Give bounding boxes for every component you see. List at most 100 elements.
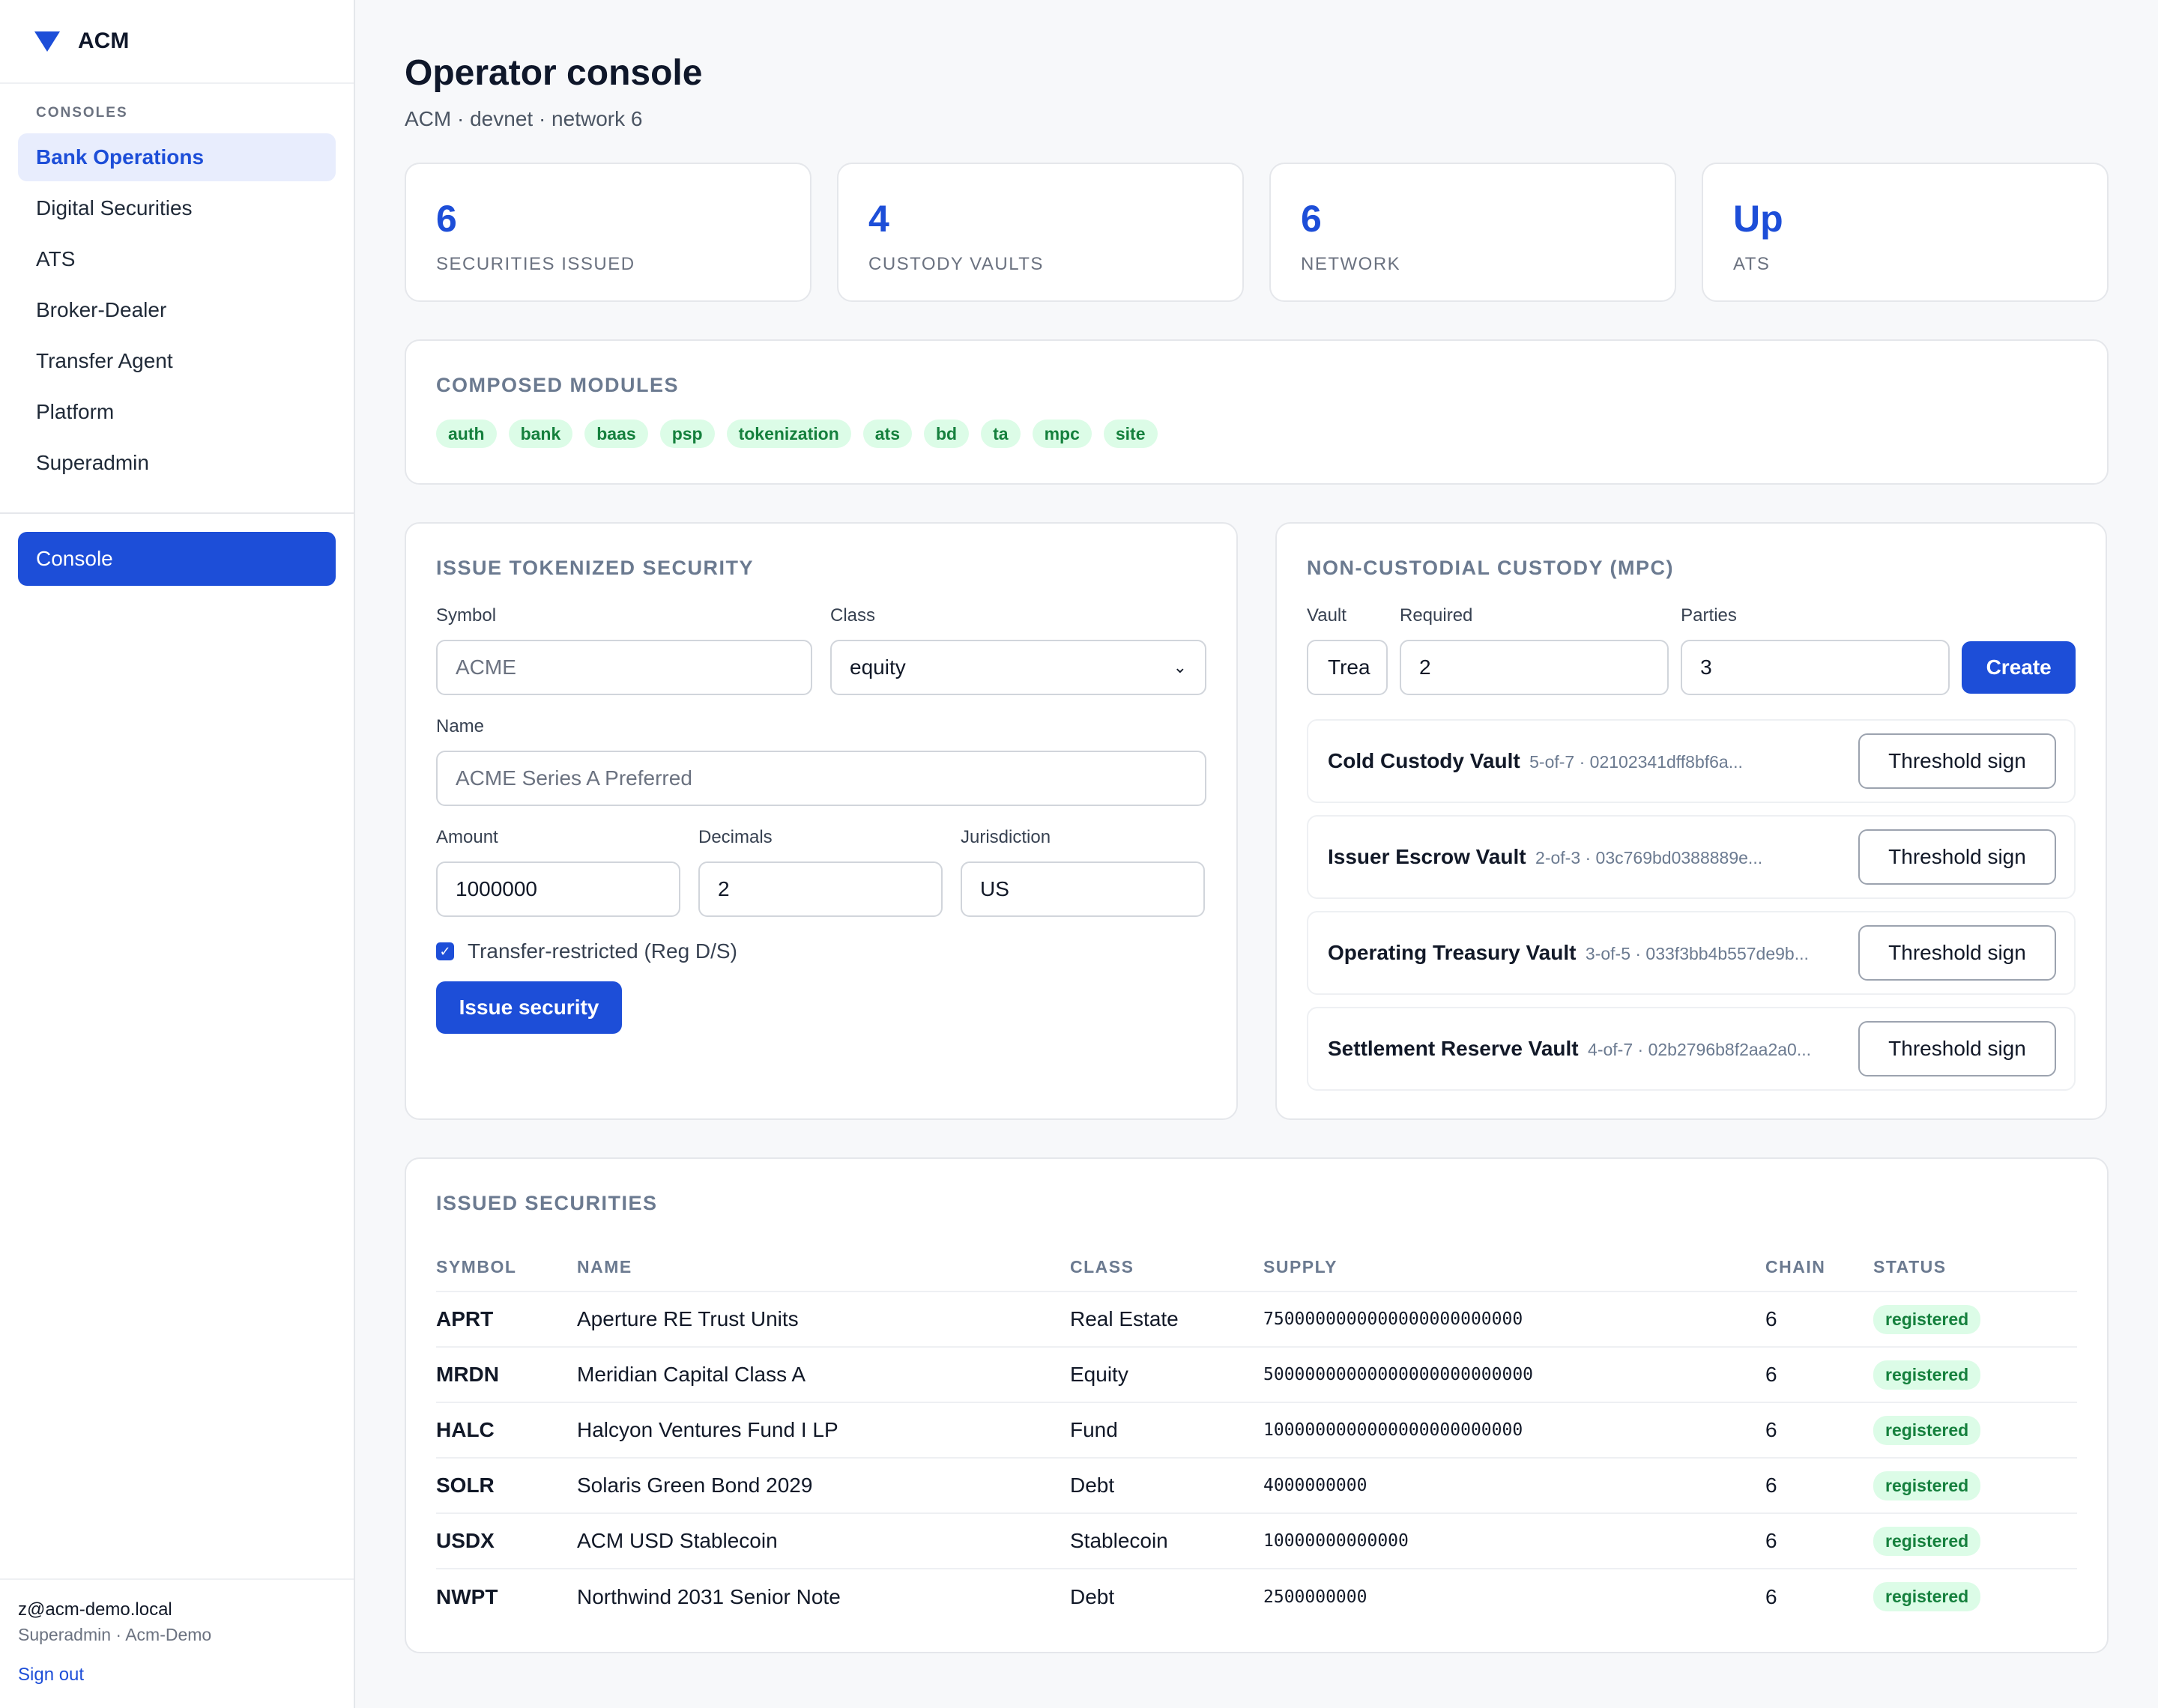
- page-subtitle: ACM · devnet · network 6: [405, 107, 643, 130]
- status-badge: registered: [1873, 1415, 1981, 1445]
- sidebar-item-superadmin[interactable]: Superadmin: [18, 439, 336, 487]
- cell-supply: 4000000000: [1263, 1458, 1765, 1514]
- parties-group: Parties 3: [1681, 605, 1950, 695]
- cell-status: registered: [1873, 1347, 2077, 1403]
- user-role: Superadmin · Acm-Demo: [18, 1625, 212, 1644]
- class-select[interactable]: equity ⌄: [830, 640, 1206, 695]
- cell-symbol: SOLR: [436, 1458, 577, 1514]
- name-input[interactable]: ACME Series A Preferred: [436, 751, 1206, 806]
- create-vault-button[interactable]: Create: [1962, 641, 2076, 694]
- stat-value: 4: [868, 198, 889, 240]
- stat-card-securities: 6 SECURITIES ISSUED: [405, 163, 811, 302]
- stat-card-vaults: 4 CUSTODY VAULTS: [837, 163, 1244, 302]
- stat-value: 6: [436, 198, 457, 240]
- table-row: SOLR Solaris Green Bond 2029 Debt 400000…: [436, 1458, 2077, 1514]
- issued-securities-card: ISSUED SECURITIES SYMBOL NAME CLASS SUPP…: [405, 1157, 2109, 1653]
- cell-status: registered: [1873, 1569, 2077, 1624]
- threshold-sign-button[interactable]: Threshold sign: [1858, 829, 2056, 885]
- stats-row: 6 SECURITIES ISSUED 4 CUSTODY VAULTS 6 N…: [405, 163, 2109, 302]
- sidebar-item-bank-operations[interactable]: Bank Operations: [18, 133, 336, 181]
- symbol-input[interactable]: ACME: [436, 640, 812, 695]
- vault-info: Operating Treasury Vault 3-of-5 · 033f3b…: [1328, 941, 1809, 965]
- status-badge: registered: [1873, 1526, 1981, 1556]
- stat-value: 6: [1301, 198, 1322, 240]
- cell-class: Stablecoin: [1070, 1513, 1263, 1569]
- name-label: Name: [436, 716, 485, 736]
- vault-meta: 4-of-7 · 02b2796b8f2aa2a0...: [1588, 1040, 1812, 1059]
- brand-name: ACM: [78, 28, 130, 53]
- column-header-name: NAME: [577, 1244, 1070, 1292]
- vault-group: Vault Trea: [1307, 605, 1388, 695]
- vault-info: Issuer Escrow Vault 2-of-3 · 03c769bd038…: [1328, 845, 1762, 869]
- stat-label: CUSTODY VAULTS: [868, 254, 1044, 274]
- cell-symbol: MRDN: [436, 1347, 577, 1403]
- class-select-value: equity: [850, 655, 906, 679]
- stat-label: NETWORK: [1301, 254, 1401, 274]
- threshold-sign-button[interactable]: Threshold sign: [1858, 733, 2056, 789]
- vault-input[interactable]: Trea: [1307, 640, 1388, 695]
- brand[interactable]: ACM: [0, 0, 354, 84]
- sign-out-link[interactable]: Sign out: [18, 1665, 84, 1686]
- amount-row: Amount 1000000 Decimals 2 Jurisdiction U…: [436, 827, 1206, 917]
- sidebar-item-transfer-agent[interactable]: Transfer Agent: [18, 337, 336, 385]
- table-row: NWPT Northwind 2031 Senior Note Debt 250…: [436, 1569, 2077, 1624]
- stat-label: ATS: [1733, 254, 1771, 274]
- vault-label: Vault: [1307, 605, 1347, 626]
- symbol-class-row: Symbol ACME Class equity ⌄: [436, 605, 1206, 695]
- amount-input[interactable]: 1000000: [436, 861, 680, 917]
- stat-label: SECURITIES ISSUED: [436, 254, 635, 274]
- column-header-chain: CHAIN: [1765, 1244, 1873, 1292]
- module-chip: mpc: [1032, 420, 1092, 448]
- cell-chain: 6: [1765, 1458, 1873, 1514]
- column-header-status: STATUS: [1873, 1244, 2077, 1292]
- threshold-sign-button[interactable]: Threshold sign: [1858, 1021, 2056, 1076]
- module-chip: baas: [584, 420, 648, 448]
- sidebar-item-platform[interactable]: Platform: [18, 388, 336, 436]
- cell-name: Northwind 2031 Senior Note: [577, 1584, 841, 1608]
- cell-supply: 10000000000000: [1263, 1513, 1765, 1569]
- issue-security-button[interactable]: Issue security: [436, 981, 622, 1034]
- symbol-group: Symbol ACME: [436, 605, 812, 695]
- console-button[interactable]: Console: [18, 532, 336, 586]
- vault-name: Cold Custody Vault: [1328, 749, 1520, 772]
- triangle-logo-icon: [34, 31, 60, 52]
- module-chip: bank: [508, 420, 573, 448]
- decimals-input[interactable]: 2: [698, 861, 943, 917]
- vault-meta: 3-of-5 · 033f3bb4b557de9b...: [1585, 944, 1809, 963]
- stat-card-network: 6 NETWORK: [1269, 163, 1676, 302]
- class-label: Class: [830, 605, 876, 626]
- decimals-label: Decimals: [698, 827, 773, 847]
- cell-class: Debt: [1070, 1584, 1115, 1608]
- mpc-custody-card: NON-CUSTODIAL CUSTODY (MPC) Vault Trea R…: [1275, 522, 2107, 1120]
- required-group: Required 2: [1400, 605, 1669, 695]
- restricted-checkbox[interactable]: ✓: [436, 942, 454, 960]
- module-chip: psp: [659, 420, 715, 448]
- sidebar-item-ats[interactable]: ATS: [18, 235, 336, 283]
- vault-create-row: Vault Trea Required 2 Parties 3 Create: [1307, 605, 2076, 695]
- sidebar: ACM CONSOLES Bank Operations Digital Sec…: [0, 0, 355, 1708]
- cell-class: Real Estate: [1070, 1291, 1263, 1348]
- cell-status: registered: [1873, 1291, 2077, 1348]
- decimals-group: Decimals 2: [698, 827, 943, 917]
- status-badge: registered: [1873, 1360, 1981, 1390]
- parties-input[interactable]: 3: [1681, 640, 1950, 695]
- jurisdiction-input[interactable]: US: [961, 861, 1205, 917]
- cell-symbol: USDX: [436, 1513, 577, 1569]
- page-title: Operator console: [405, 53, 703, 93]
- cell-status: registered: [1873, 1402, 2077, 1459]
- sidebar-item-digital-securities[interactable]: Digital Securities: [18, 184, 336, 232]
- cell-class: Fund: [1070, 1402, 1263, 1459]
- threshold-sign-button[interactable]: Threshold sign: [1858, 925, 2056, 981]
- cell-class: Equity: [1070, 1347, 1263, 1403]
- section-title: COMPOSED MODULES: [436, 374, 680, 396]
- sidebar-item-broker-dealer[interactable]: Broker-Dealer: [18, 286, 336, 334]
- cell-chain: 6: [1765, 1347, 1873, 1403]
- required-input[interactable]: 2: [1400, 640, 1669, 695]
- user-panel: z@acm-demo.local Superadmin · Acm-Demo S…: [0, 1578, 354, 1708]
- cell-supply: 1000000000000000000000000: [1263, 1402, 1765, 1459]
- required-label: Required: [1400, 605, 1473, 626]
- section-title: ISSUE TOKENIZED SECURITY: [436, 557, 755, 579]
- cell-name: Meridian Capital Class A: [577, 1347, 1070, 1403]
- parties-label: Parties: [1681, 605, 1737, 626]
- module-chip: tokenization: [726, 420, 851, 448]
